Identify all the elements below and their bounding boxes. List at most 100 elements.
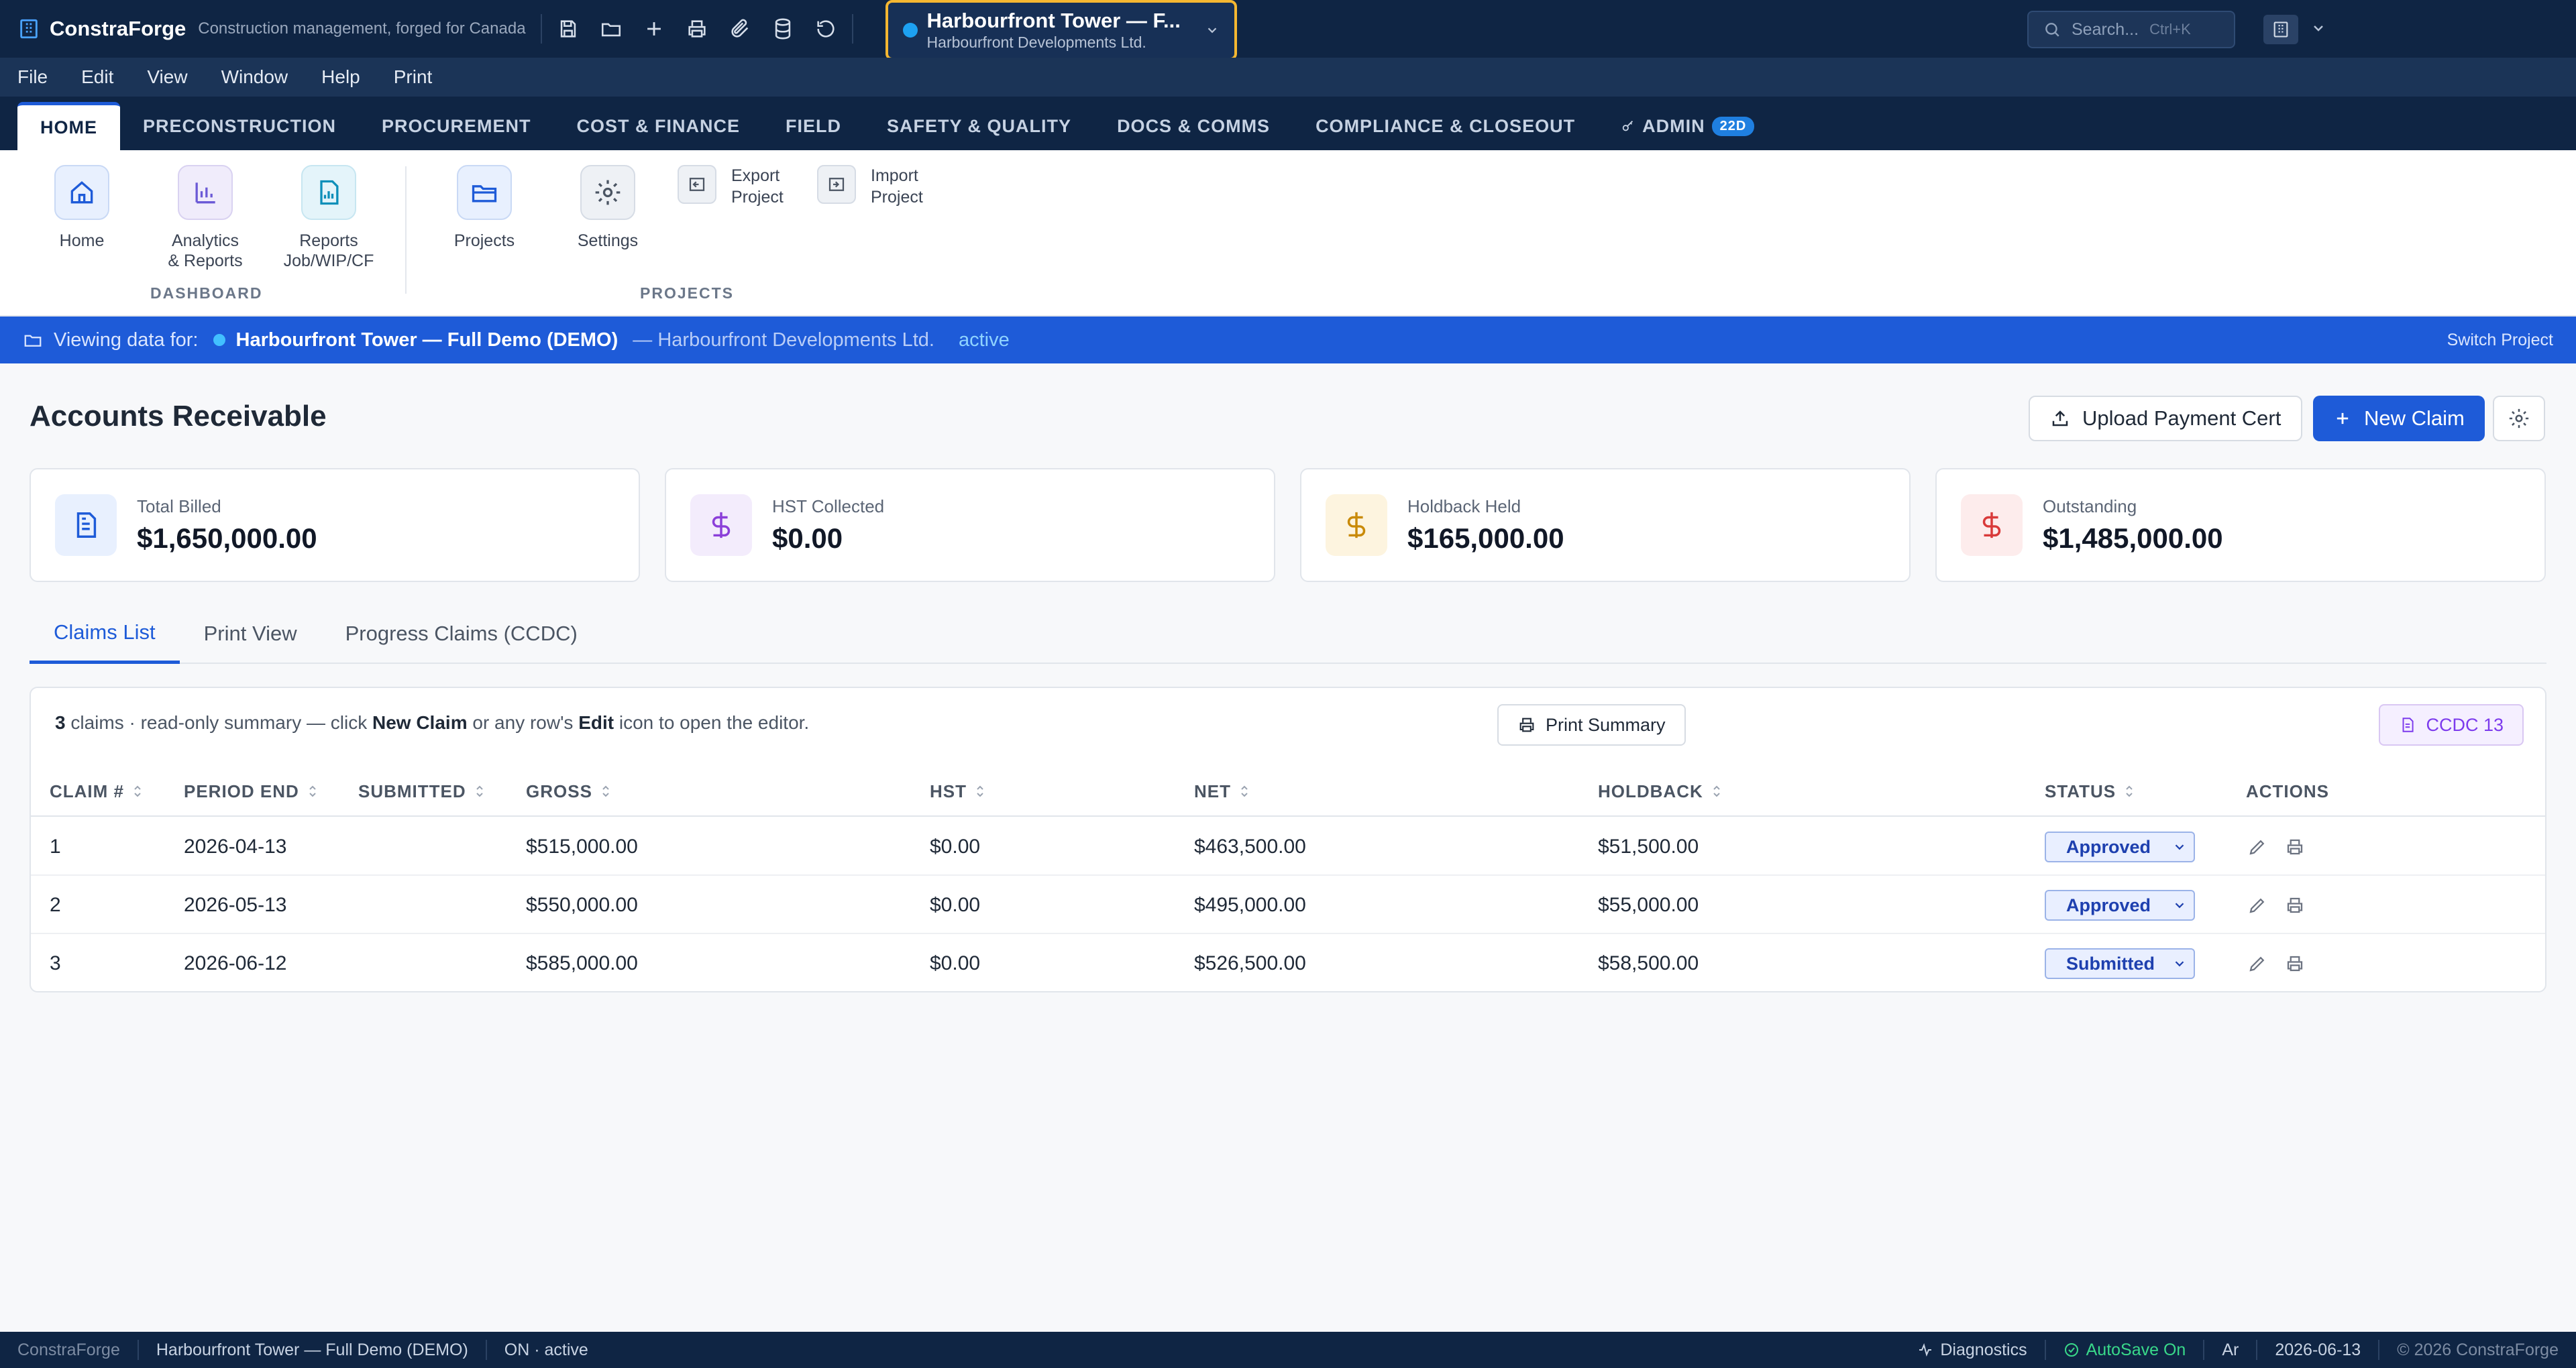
- plus-icon[interactable]: [643, 17, 665, 40]
- company-switcher-button[interactable]: [2263, 15, 2298, 44]
- ribbon-home-button[interactable]: Home: [15, 165, 149, 251]
- save-icon[interactable]: [557, 17, 580, 40]
- upload-payment-cert-button[interactable]: Upload Payment Cert: [2029, 396, 2303, 441]
- menu-help[interactable]: Help: [321, 66, 360, 88]
- upload-payment-cert-label: Upload Payment Cert: [2082, 406, 2282, 430]
- kpi-total-billed: Total Billed $1,650,000.00: [30, 468, 640, 582]
- chevron-down-icon[interactable]: [2310, 20, 2326, 36]
- menu-file[interactable]: File: [17, 66, 48, 88]
- tab-home[interactable]: HOME: [17, 102, 120, 150]
- cell-holdback: $55,000.00: [1598, 894, 1699, 916]
- ribbon-panel: Home Analytics & Reports Reports Job/WIP/C…: [0, 150, 2576, 317]
- tab-print-view[interactable]: Print View: [180, 604, 321, 664]
- column-header-net[interactable]: NET: [1194, 766, 1250, 817]
- cell-holdback: $58,500.00: [1598, 952, 1699, 974]
- tab-procurement[interactable]: PROCUREMENT: [359, 102, 554, 150]
- status-select[interactable]: Approved: [2045, 890, 2195, 921]
- column-header-submitted[interactable]: SUBMITTED: [358, 766, 485, 817]
- cell-hst: $0.00: [930, 894, 981, 916]
- ribbon-export-project-button[interactable]: Export Project: [678, 165, 784, 208]
- column-header-hst[interactable]: HST: [930, 766, 985, 817]
- ribbon-projects-button[interactable]: Projects: [417, 165, 551, 251]
- print-icon[interactable]: [2285, 837, 2305, 857]
- edit-icon[interactable]: [2247, 895, 2267, 915]
- claims-panel: 3 claims · read-only summary — click New…: [30, 687, 2546, 992]
- print-icon[interactable]: [2285, 954, 2305, 974]
- sort-icon: [307, 784, 318, 799]
- menu-view[interactable]: View: [147, 66, 187, 88]
- project-selector[interactable]: Harbourfront Tower — F... Harbourfront D…: [885, 0, 1237, 60]
- edit-icon[interactable]: [2247, 954, 2267, 974]
- page-title: Accounts Receivable: [30, 400, 327, 433]
- menu-window[interactable]: Window: [221, 66, 288, 88]
- ccdc-13-button[interactable]: CCDC 13: [2379, 704, 2524, 746]
- ribbon-reports-label-2: Job/WIP/CF: [283, 251, 374, 270]
- column-header-holdback[interactable]: HOLDBACK: [1598, 766, 1722, 817]
- tab-admin-label: ADMIN: [1642, 115, 1705, 136]
- ribbon-import-project-button[interactable]: Import Project: [817, 165, 923, 208]
- status-select[interactable]: Approved: [2045, 832, 2195, 862]
- menu-print[interactable]: Print: [394, 66, 433, 88]
- cell-gross: $550,000.00: [526, 894, 638, 916]
- kpi-holdback-held: Holdback Held $165,000.00: [1300, 468, 1911, 582]
- open-folder-icon[interactable]: [600, 17, 623, 40]
- menu-edit[interactable]: Edit: [81, 66, 113, 88]
- column-header-period-end[interactable]: PERIOD END: [184, 766, 318, 817]
- table-row[interactable]: 3 2026-06-12 $585,000.00 $0.00 $526,500.…: [31, 935, 2545, 992]
- table-row[interactable]: 2 2026-05-13 $550,000.00 $0.00 $495,000.…: [31, 876, 2545, 934]
- ribbon-settings-button[interactable]: Settings: [541, 165, 675, 251]
- cell-period-end: 2026-06-12: [184, 952, 287, 974]
- tab-compliance-closeout[interactable]: COMPLIANCE & CLOSEOUT: [1293, 102, 1598, 150]
- column-header-status[interactable]: STATUS: [2045, 766, 2135, 817]
- ribbon-analytics-label-1: Analytics: [171, 231, 239, 250]
- cell-hst: $0.00: [930, 836, 981, 858]
- tab-progress-claims[interactable]: Progress Claims (CCDC): [321, 604, 602, 664]
- app-name: ConstraForge: [50, 17, 186, 40]
- column-header-gross[interactable]: GROSS: [526, 766, 611, 817]
- autosave-indicator[interactable]: AutoSave On: [2046, 1341, 2204, 1360]
- dollar-icon: [1961, 494, 2023, 556]
- ribbon-analytics-button[interactable]: Analytics & Reports: [138, 165, 272, 271]
- tab-docs-comms[interactable]: DOCS & COMMS: [1094, 102, 1293, 150]
- kpi-label: HST Collected: [772, 496, 885, 516]
- tab-safety-quality[interactable]: SAFETY & QUALITY: [864, 102, 1094, 150]
- kpi-value: $165,000.00: [1407, 522, 1564, 554]
- switch-project-link[interactable]: Switch Project: [2447, 331, 2553, 350]
- kpi-label: Outstanding: [2043, 496, 2137, 516]
- print-summary-label: Print Summary: [1546, 714, 1666, 735]
- page-settings-button[interactable]: [2493, 396, 2545, 441]
- folder-open-icon: [457, 165, 512, 220]
- menu-bar: File Edit View Window Help Print: [0, 58, 2576, 97]
- sort-icon: [600, 784, 611, 799]
- ribbon-reports-button[interactable]: Reports Job/WIP/CF: [262, 165, 396, 271]
- statusbar-project: Harbourfront Tower — Full Demo (DEMO): [156, 1340, 468, 1359]
- table-row[interactable]: 1 2026-04-13 $515,000.00 $0.00 $463,500.…: [31, 818, 2545, 876]
- dollar-icon: [1326, 494, 1387, 556]
- status-select[interactable]: Submitted: [2045, 948, 2195, 979]
- admin-badge: 22D: [1711, 116, 1755, 136]
- search-input[interactable]: Search... Ctrl+K: [2027, 11, 2235, 48]
- column-header-actions: ACTIONS: [2246, 781, 2329, 801]
- tab-claims-list[interactable]: Claims List: [30, 604, 180, 664]
- column-header-claim[interactable]: CLAIM #: [50, 766, 143, 817]
- tab-field[interactable]: FIELD: [763, 102, 864, 150]
- sort-icon: [975, 784, 985, 799]
- new-claim-button[interactable]: New Claim: [2313, 396, 2485, 441]
- kpi-value: $1,485,000.00: [2043, 522, 2223, 554]
- undo-icon[interactable]: [814, 17, 837, 40]
- language-indicator[interactable]: Ar: [2204, 1341, 2256, 1360]
- tab-admin[interactable]: ADMIN 22D: [1598, 102, 1777, 150]
- tab-cost-finance[interactable]: COST & FINANCE: [554, 102, 763, 150]
- diagnostics-button[interactable]: Diagnostics: [1900, 1341, 2044, 1360]
- home-icon: [54, 165, 109, 220]
- cell-claim: 3: [50, 952, 61, 974]
- print-icon[interactable]: [2285, 895, 2305, 915]
- dollar-icon: [690, 494, 752, 556]
- print-icon[interactable]: [686, 17, 708, 40]
- print-summary-button[interactable]: Print Summary: [1497, 704, 1686, 746]
- edit-icon[interactable]: [2247, 837, 2267, 857]
- diagnostics-label: Diagnostics: [1940, 1340, 2027, 1359]
- paperclip-icon[interactable]: [729, 17, 751, 40]
- tab-preconstruction[interactable]: PRECONSTRUCTION: [120, 102, 359, 150]
- database-icon[interactable]: [771, 17, 794, 40]
